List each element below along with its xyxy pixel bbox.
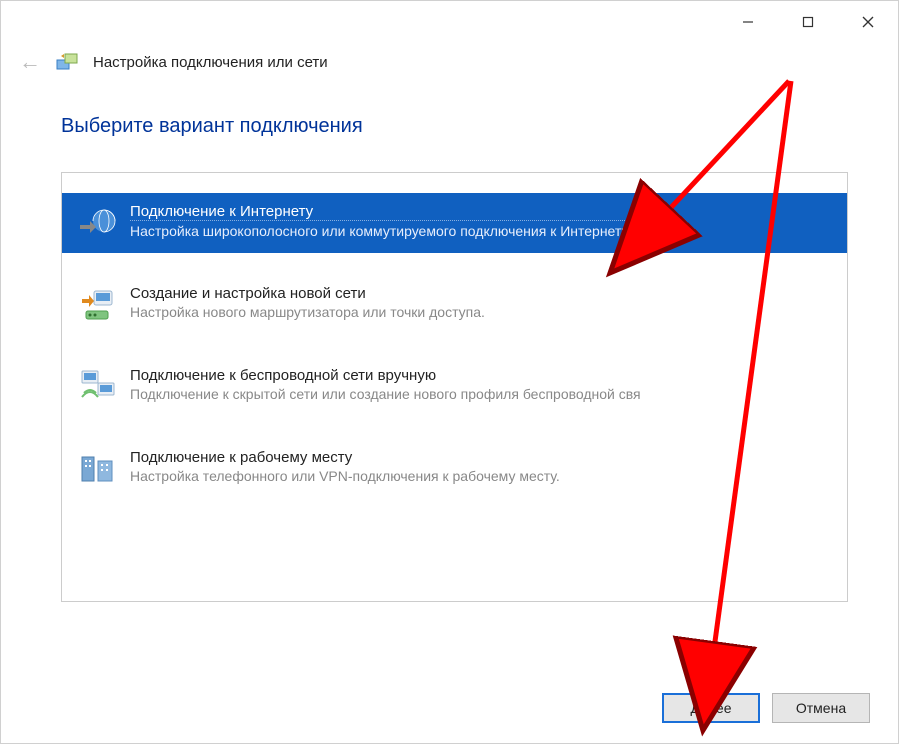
option-title: Создание и настройка новой сети [130,285,485,302]
option-desc: Подключение к скрытой сети или создание … [130,386,641,402]
option-create-network[interactable]: Создание и настройка новой сети Настройк… [62,275,847,335]
workplace-buildings-icon [76,447,120,491]
option-title: Подключение к беспроводной сети вручную [130,367,641,384]
option-title: Подключение к рабочему месту [130,449,560,466]
globe-arrow-icon [76,201,120,245]
titlebar [1,1,898,41]
connection-options-list: Подключение к Интернету Настройка широко… [61,172,848,602]
option-manual-wireless[interactable]: Подключение к беспроводной сети вручную … [62,357,847,417]
button-row: Далее Отмена [662,693,870,723]
content-area: Выберите вариант подключения Подключение… [1,79,898,602]
network-wizard-icon [55,50,79,74]
next-button[interactable]: Далее [662,693,760,723]
option-desc: Настройка нового маршрутизатора или точк… [130,304,485,320]
page-heading: Выберите вариант подключения [61,115,848,138]
option-title: Подключение к Интернету [130,203,631,221]
option-desc: Настройка широкополосного или коммутируе… [130,223,631,239]
window-title: Настройка подключения или сети [93,54,328,71]
minimize-button[interactable] [718,7,778,37]
wireless-computers-icon [76,365,120,409]
maximize-button[interactable] [778,7,838,37]
header-row: ← Настройка подключения или сети [1,41,898,79]
option-desc: Настройка телефонного или VPN-подключени… [130,468,560,484]
option-internet-connection[interactable]: Подключение к Интернету Настройка широко… [62,193,847,253]
close-button[interactable] [838,7,898,37]
router-setup-icon [76,283,120,327]
back-arrow-icon: ← [19,49,41,75]
option-workplace-connection[interactable]: Подключение к рабочему месту Настройка т… [62,439,847,499]
wizard-window: ← Настройка подключения или сети Выберит… [0,0,899,744]
cancel-button[interactable]: Отмена [772,693,870,723]
